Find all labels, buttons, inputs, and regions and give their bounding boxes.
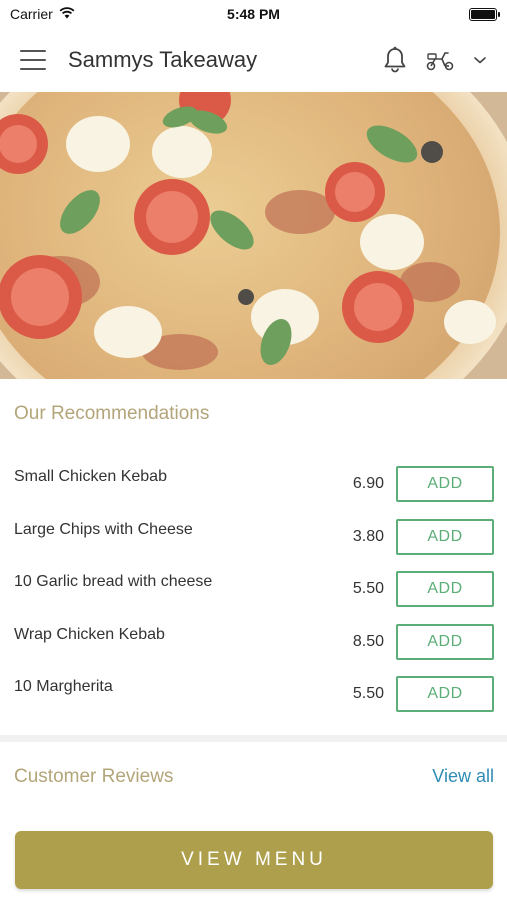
- list-item: 10 Margherita 5.50 ADD: [0, 668, 507, 721]
- item-price: 8.50: [352, 632, 384, 650]
- recommendations-list: Small Chicken Kebab 6.90 ADD Large Chips…: [0, 458, 507, 721]
- add-button[interactable]: ADD: [396, 466, 494, 503]
- item-name: Wrap Chicken Kebab: [14, 625, 165, 643]
- item-price: 6.90: [352, 475, 384, 493]
- add-button[interactable]: ADD: [396, 518, 494, 555]
- add-button[interactable]: ADD: [396, 676, 494, 713]
- wifi-icon: [59, 6, 75, 22]
- menu-icon[interactable]: [20, 50, 46, 70]
- reviews-title: Customer Reviews: [14, 766, 174, 787]
- recommendations-title: Our Recommendations: [14, 403, 210, 424]
- delivery-scooter-icon[interactable]: [425, 49, 455, 71]
- list-item: Small Chicken Kebab 6.90 ADD: [0, 458, 507, 511]
- status-bar: Carrier 5:48 PM: [0, 0, 507, 28]
- bell-icon[interactable]: [383, 46, 407, 74]
- hero-pizza-image: [0, 92, 507, 379]
- app-header: Sammys Takeaway: [0, 28, 507, 92]
- header-actions: [383, 46, 487, 74]
- view-all-link[interactable]: View all: [432, 766, 494, 787]
- status-time: 5:48 PM: [227, 6, 280, 22]
- item-name: Small Chicken Kebab: [14, 468, 167, 486]
- status-left: Carrier: [10, 6, 75, 22]
- item-name: 10 Margherita: [14, 678, 113, 696]
- item-name: 10 Garlic bread with cheese: [14, 573, 213, 591]
- item-price: 5.50: [352, 580, 384, 598]
- list-item: Large Chips with Cheese 3.80 ADD: [0, 511, 507, 564]
- item-price: 5.50: [352, 685, 384, 703]
- chevron-down-icon[interactable]: [473, 55, 487, 65]
- item-price: 3.80: [352, 527, 384, 545]
- add-button[interactable]: ADD: [396, 623, 494, 660]
- app-title: Sammys Takeaway: [68, 47, 258, 72]
- item-name: Large Chips with Cheese: [14, 520, 193, 538]
- list-item: 10 Garlic bread with cheese 5.50 ADD: [0, 563, 507, 616]
- list-item: Wrap Chicken Kebab 8.50 ADD: [0, 616, 507, 669]
- carrier-label: Carrier: [10, 6, 53, 22]
- add-button[interactable]: ADD: [396, 571, 494, 608]
- view-menu-button[interactable]: VIEW MENU: [15, 831, 493, 889]
- battery-icon: [469, 7, 500, 21]
- section-divider: [0, 735, 507, 742]
